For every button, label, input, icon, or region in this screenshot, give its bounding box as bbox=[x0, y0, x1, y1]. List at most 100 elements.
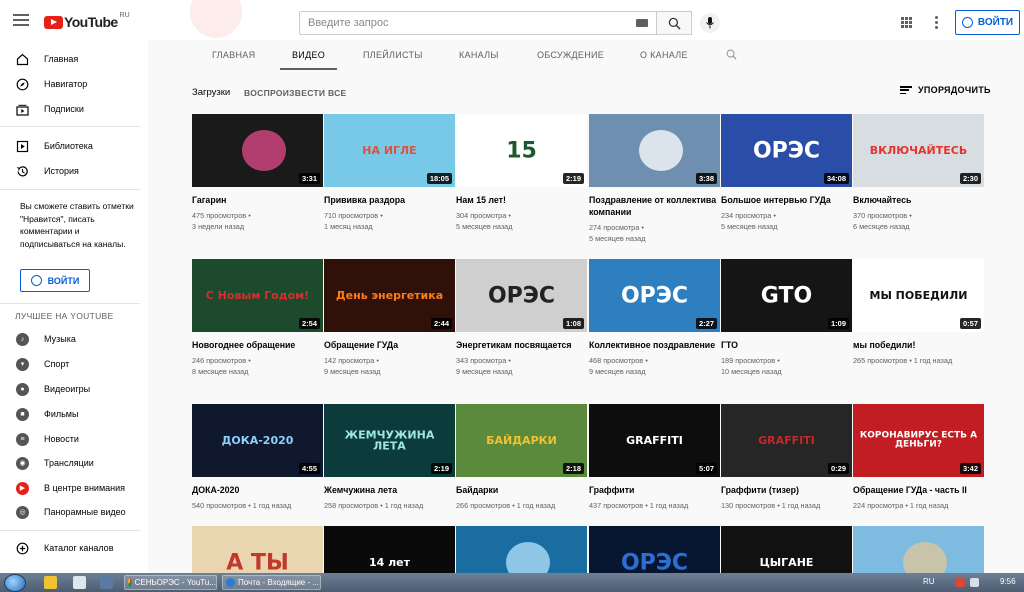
sidebar-item-music[interactable]: ♪ Музыка bbox=[0, 327, 148, 351]
video-thumbnail[interactable]: GTO 1:09 bbox=[721, 259, 852, 332]
video-thumbnail[interactable]: КОРОНАВИРУС ЕСТЬ А ДЕНЬГИ? 3:42 bbox=[853, 404, 984, 477]
video-title[interactable]: Нам 15 лет! bbox=[456, 194, 587, 206]
video-title[interactable]: Коллективное поздравление bbox=[589, 339, 720, 351]
video-thumbnail[interactable]: ДОКА-2020 4:55 bbox=[192, 404, 323, 477]
video-thumbnail[interactable]: GRAFFITI 5:07 bbox=[589, 404, 720, 477]
video-title[interactable]: ГТО bbox=[721, 339, 852, 351]
tab-home[interactable]: ГЛАВНАЯ bbox=[212, 40, 255, 70]
video-metadata: 189 просмотров • 10 месяцев назад bbox=[721, 355, 852, 377]
video-card[interactable]: КОРОНАВИРУС ЕСТЬ А ДЕНЬГИ? 3:42 Обращение … bbox=[853, 404, 984, 511]
tab-channels[interactable]: КАНАЛЫ bbox=[459, 40, 499, 70]
sidebar-item-home[interactable]: Главная bbox=[0, 47, 148, 71]
video-title[interactable]: Поздравление от коллектива компании bbox=[589, 194, 720, 218]
video-title[interactable]: Граффити bbox=[589, 484, 720, 496]
sidebar-item-live[interactable]: ◉ Трансляции bbox=[0, 451, 148, 475]
video-thumbnail[interactable]: МЫ ПОБЕДИЛИ 0:57 bbox=[853, 259, 984, 332]
sidebar-item-subscriptions[interactable]: Подписки bbox=[0, 97, 148, 121]
sidebar-item-label: Новости bbox=[44, 434, 79, 444]
video-title[interactable]: Включайтесь bbox=[853, 194, 984, 206]
video-card[interactable]: С Новым Годом! 2:54 Новогоднее обращение 24… bbox=[192, 259, 323, 377]
video-title[interactable]: Большое интервью ГУДа bbox=[721, 194, 852, 206]
sidebar-item-360[interactable]: ◎ Панорамные видео bbox=[0, 500, 148, 524]
video-card[interactable]: 3:31 Гагарин 475 просмотров • 3 недели наза… bbox=[192, 114, 323, 232]
video-card[interactable]: 3:38 Поздравление от коллектива компании 2… bbox=[589, 114, 720, 244]
search-button[interactable] bbox=[656, 11, 692, 35]
tab-playlists[interactable]: ПЛЕЙЛИСТЫ bbox=[363, 40, 423, 70]
video-card[interactable]: GTO 1:09 ГТО 189 просмотров • 10 месяцев наз… bbox=[721, 259, 852, 377]
tab-videos[interactable]: ВИДЕО bbox=[279, 40, 338, 70]
video-thumbnail[interactable]: 3:38 bbox=[589, 114, 720, 187]
tab-discussion[interactable]: ОБСУЖДЕНИЕ bbox=[537, 40, 604, 70]
sidebar-item-explore[interactable]: Навигатор bbox=[0, 72, 148, 96]
video-title[interactable]: Байдарки bbox=[456, 484, 587, 496]
sidebar-item-gaming[interactable]: ● Видеоигры bbox=[0, 377, 148, 401]
more-options-icon[interactable] bbox=[935, 16, 938, 29]
sidebar-item-catalog[interactable]: Каталог каналов bbox=[0, 536, 148, 560]
taskbar-task-mail[interactable]: Почта - Входящие - ... bbox=[222, 575, 321, 590]
video-thumbnail[interactable]: ВКЛЮЧАЙТЕСЬ 2:30 bbox=[853, 114, 984, 187]
video-thumbnail[interactable]: 3:31 bbox=[192, 114, 323, 187]
video-card[interactable]: БАЙДАРКИ 2:18 Байдарки 266 просмотров • 1 г… bbox=[456, 404, 587, 511]
video-thumbnail[interactable]: ОРЭС 34:08 bbox=[721, 114, 852, 187]
flag-icon[interactable] bbox=[955, 578, 965, 587]
video-title[interactable]: Обращение ГУДа - часть II bbox=[853, 484, 984, 496]
video-title[interactable]: Энергетикам посвящается bbox=[456, 339, 587, 351]
video-thumbnail[interactable]: ОРЭС 2:27 bbox=[589, 259, 720, 332]
apps-icon[interactable] bbox=[901, 17, 912, 28]
sidebar-item-sport[interactable]: ▾ Спорт bbox=[0, 352, 148, 376]
start-button[interactable] bbox=[4, 574, 26, 592]
volume-icon[interactable] bbox=[970, 578, 979, 587]
tab-about[interactable]: О КАНАЛЕ bbox=[640, 40, 688, 70]
video-card[interactable]: ОРЭС 34:08 Большое интервью ГУДа 234 просмо… bbox=[721, 114, 852, 232]
video-thumbnail[interactable]: ЖЕМЧУЖИНА ЛЕТА 2:19 bbox=[324, 404, 455, 477]
file-icon[interactable] bbox=[73, 576, 86, 589]
video-title[interactable]: Граффити (тизер) bbox=[721, 484, 852, 496]
video-thumbnail[interactable]: НА ИГЛЕ 18:05 bbox=[324, 114, 455, 187]
sort-button[interactable]: УПОРЯДОЧИТЬ bbox=[900, 85, 991, 95]
video-card[interactable]: День энергетика 2:44 Обращение ГУДа 142 про… bbox=[324, 259, 455, 377]
keyboard-icon[interactable] bbox=[636, 19, 648, 27]
video-card[interactable]: ВКЛЮЧАЙТЕСЬ 2:30 Включайтесь 370 просмотров… bbox=[853, 114, 984, 232]
video-card[interactable]: ОРЭС 2:27 Коллективное поздравление 468 про… bbox=[589, 259, 720, 377]
youtube-logo[interactable]: YouTube RU bbox=[44, 12, 130, 30]
video-card[interactable]: ДОКА-2020 4:55 ДОКА-2020 540 просмотров • 1… bbox=[192, 404, 323, 511]
outlook-icon[interactable] bbox=[44, 576, 57, 589]
sidebar-item-spotlight[interactable]: ▶ В центре внимания bbox=[0, 476, 148, 500]
video-card[interactable]: НА ИГЛЕ 18:05 Прививка раздора 710 просмотр… bbox=[324, 114, 455, 232]
video-title[interactable]: Гагарин bbox=[192, 194, 323, 206]
video-thumbnail[interactable]: БАЙДАРКИ 2:18 bbox=[456, 404, 587, 477]
sidebar-signin-button[interactable]: ВОЙТИ bbox=[20, 269, 90, 292]
video-thumbnail[interactable]: ОРЭС 1:08 bbox=[456, 259, 587, 332]
network-icon[interactable] bbox=[100, 576, 113, 589]
video-title[interactable]: мы победили! bbox=[853, 339, 984, 351]
language-indicator[interactable]: RU bbox=[923, 577, 935, 586]
video-title[interactable]: Прививка раздора bbox=[324, 194, 455, 206]
video-card[interactable]: ЖЕМЧУЖИНА ЛЕТА 2:19 Жемчужина лета 258 прос… bbox=[324, 404, 455, 511]
video-card[interactable]: GRAFFITI 5:07 Граффити 437 просмотров • 1 г… bbox=[589, 404, 720, 511]
sidebar-item-movies[interactable]: ■ Фильмы bbox=[0, 402, 148, 426]
video-thumbnail[interactable]: 15 2:19 bbox=[456, 114, 587, 187]
video-card[interactable]: ОРЭС 1:08 Энергетикам посвящается 343 просм… bbox=[456, 259, 587, 377]
video-title[interactable]: ДОКА-2020 bbox=[192, 484, 323, 496]
sidebar-item-library[interactable]: Библиотека bbox=[0, 134, 148, 158]
video-card[interactable]: МЫ ПОБЕДИЛИ 0:57 мы победили! 265 просмотро… bbox=[853, 259, 984, 366]
video-card[interactable]: 15 2:19 Нам 15 лет! 304 просмотра • 5 месяце… bbox=[456, 114, 587, 232]
video-age: 5 месяцев назад bbox=[589, 234, 646, 243]
signin-button[interactable]: ВОЙТИ bbox=[955, 10, 1020, 35]
microphone-button[interactable] bbox=[700, 13, 720, 33]
play-all-button[interactable]: ВОСПРОИЗВЕСТИ ВСЕ bbox=[244, 88, 347, 98]
menu-icon[interactable] bbox=[13, 14, 29, 26]
search-input[interactable] bbox=[308, 17, 636, 29]
video-title[interactable]: Обращение ГУДа bbox=[324, 339, 455, 351]
video-title[interactable]: Новогоднее обращение bbox=[192, 339, 323, 351]
video-thumbnail[interactable]: С Новым Годом! 2:54 bbox=[192, 259, 323, 332]
video-thumbnail[interactable]: GRAFFITI 0:29 bbox=[721, 404, 852, 477]
channel-search-icon[interactable] bbox=[726, 49, 737, 60]
video-thumbnail[interactable]: День энергетика 2:44 bbox=[324, 259, 455, 332]
video-card[interactable]: GRAFFITI 0:29 Граффити (тизер) 130 просмотр… bbox=[721, 404, 852, 511]
video-title[interactable]: Жемчужина лета bbox=[324, 484, 455, 496]
sidebar-item-news[interactable]: ≡ Новости bbox=[0, 427, 148, 451]
taskbar-task-youtube[interactable]: СЕНЬОРЭС - YouTu... bbox=[124, 575, 217, 590]
sidebar-item-history[interactable]: История bbox=[0, 159, 148, 183]
video-metadata: 468 просмотров • 9 месяцев назад bbox=[589, 355, 720, 377]
